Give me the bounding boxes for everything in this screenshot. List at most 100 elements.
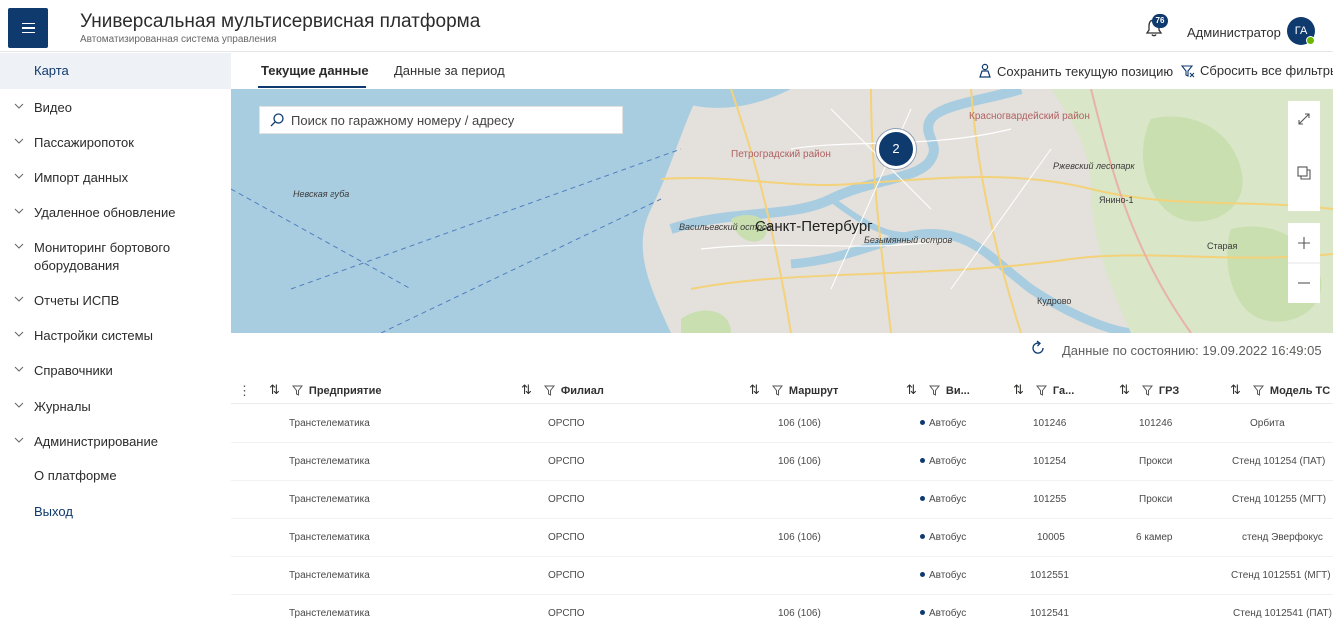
cell-route: 106 (106) (778, 608, 821, 619)
column-header-branch[interactable]: ⇅ Филиал (521, 382, 604, 398)
filter-icon[interactable] (1141, 385, 1153, 396)
sidebar-item-label: Карта (34, 63, 69, 78)
reset-filters-button[interactable]: Сбросить все фильтры (1180, 63, 1333, 78)
zoom-out-button[interactable] (1288, 265, 1320, 301)
sort-icon[interactable]: ⇅ (521, 382, 532, 397)
app-title: Универсальная мультисервисная платформа (80, 11, 481, 32)
filter-icon[interactable] (771, 385, 783, 396)
layers-button[interactable] (1288, 155, 1320, 191)
filter-icon[interactable] (1035, 385, 1047, 396)
tab-bar: Текущие данные Данные за период Сохранит… (231, 53, 1333, 89)
chevron-down-icon (14, 173, 24, 179)
status-dot (920, 534, 925, 539)
sort-icon[interactable]: ⇅ (906, 382, 917, 397)
cell-plate: 6 камер (1136, 532, 1173, 543)
table-row[interactable]: Транстелематика ОРСПО 106 (106) Автобус … (231, 443, 1333, 481)
status-dot (920, 610, 925, 615)
sidebar-item-label: Отчеты ИСПВ (34, 293, 120, 308)
table-row[interactable]: Транстелематика ОРСПО 106 (106) Автобус … (231, 405, 1333, 443)
cell-branch: ОРСПО (548, 494, 585, 505)
tab-current-data[interactable]: Текущие данные (261, 63, 369, 78)
column-header-enterprise[interactable]: ⇅ Предприятие (269, 382, 381, 398)
minus-icon (1298, 282, 1310, 284)
sort-icon[interactable]: ⇅ (1013, 382, 1024, 397)
sidebar-item-label: Настройки системы (34, 328, 153, 343)
save-position-button[interactable]: Сохранить текущую позицию (978, 63, 1173, 79)
status-dot (920, 572, 925, 577)
table-row[interactable]: Транстелематика ОРСПО 106 (106) Автобус … (231, 519, 1333, 557)
zoom-in-button[interactable] (1288, 225, 1320, 261)
column-header-plate[interactable]: ⇅ ГРЗ (1119, 382, 1179, 398)
column-label: Модель ТС (1269, 385, 1331, 397)
cell-model: Стенд 1012551 (МГТ) (1231, 570, 1331, 581)
sidebar-item-map[interactable]: Карта (0, 53, 231, 89)
column-header-model[interactable]: ⇅ Модель ТС (1230, 382, 1330, 398)
map-view[interactable]: Невская губа Петроградский район Красног… (231, 89, 1333, 333)
map-label-bezymyanny: Безымянный остров (864, 235, 953, 245)
cell-type-text: Автобус (929, 456, 967, 467)
cell-type: Автобус (920, 532, 966, 543)
column-label: ГРЗ (1158, 385, 1180, 397)
chevron-down-icon (14, 437, 24, 443)
filter-icon[interactable] (1252, 385, 1264, 396)
cell-garage: 10005 (1037, 532, 1065, 543)
column-header-route[interactable]: ⇅ Маршрут (749, 382, 838, 398)
column-header-garage[interactable]: ⇅ Га... (1013, 382, 1074, 398)
reset-filters-label: Сбросить все фильтры (1200, 63, 1333, 78)
cell-model: Стенд 1012541 (ПАТ) (1233, 608, 1332, 619)
column-label: Маршрут (788, 385, 839, 397)
table-row[interactable]: Транстелематика ОРСПО Автобус 101255 Про… (231, 481, 1333, 519)
cell-enterprise: Транстелематика (289, 494, 370, 505)
active-tab-indicator (258, 86, 366, 88)
cell-type: Автобус (920, 456, 966, 467)
filter-icon[interactable] (291, 385, 303, 396)
cell-garage: 1012541 (1030, 608, 1069, 619)
cell-route: 106 (106) (778, 418, 821, 429)
hamburger-icon (21, 22, 35, 25)
filter-icon[interactable] (543, 385, 555, 396)
user-name[interactable]: Администратор (1187, 25, 1281, 40)
column-header-type[interactable]: ⇅ Ви... (906, 382, 970, 398)
map-label-rzhevsky: Ржевский лесопарк (1053, 161, 1135, 171)
chevron-down-icon (14, 103, 24, 109)
sort-icon[interactable]: ⇅ (1230, 382, 1241, 397)
cell-type-text: Автобус (929, 570, 967, 581)
sort-icon[interactable]: ⇅ (269, 382, 280, 397)
sidebar-item-about[interactable]: О платформе (34, 468, 117, 483)
data-timestamp: Данные по состоянию: 19.09.2022 16:49:05 (1062, 343, 1322, 358)
filter-icon[interactable] (928, 385, 940, 396)
map-label-yanino: Янино-1 (1099, 195, 1134, 205)
status-dot (920, 496, 925, 501)
refresh-icon[interactable] (1030, 340, 1046, 356)
cell-branch: ОРСПО (548, 570, 585, 581)
cell-type: Автобус (920, 608, 966, 619)
search-placeholder: Поиск по гаражному номеру / адресу (291, 113, 515, 128)
vehicle-cluster-marker[interactable]: 2 (876, 129, 916, 169)
location-person-icon (979, 63, 991, 78)
sort-icon[interactable]: ⇅ (749, 382, 760, 397)
menu-toggle-button[interactable] (8, 8, 48, 48)
app-root: Универсальная мультисервисная платформа … (0, 0, 1333, 625)
cell-model: стенд Эверфокус (1242, 532, 1323, 543)
table-row[interactable]: Транстелематика ОРСПО Автобус 1012551 Ст… (231, 557, 1333, 595)
table-row[interactable]: Транстелематика ОРСПО 106 (106) Автобус … (231, 595, 1333, 625)
sort-icon[interactable]: ⇅ (1119, 382, 1130, 397)
filter-clear-icon (1180, 65, 1195, 78)
fullscreen-button[interactable] (1288, 101, 1320, 137)
chevron-down-icon (14, 138, 24, 144)
cell-garage: 101255 (1033, 494, 1067, 505)
map-label-nevskaya: Невская губа (293, 189, 350, 199)
chevron-down-icon (14, 296, 24, 302)
chevron-down-icon (14, 243, 24, 249)
chevron-down-icon (14, 366, 24, 372)
map-label-petrogradsky: Петроградский район (731, 149, 831, 160)
search-input[interactable]: Поиск по гаражному номеру / адресу (259, 106, 623, 134)
cell-enterprise: Транстелематика (289, 456, 370, 467)
cell-model: Стенд 101254 (ПАТ) (1232, 456, 1326, 467)
column-label: Ви... (945, 385, 970, 397)
logout-link[interactable]: Выход (34, 504, 73, 519)
cell-type-text: Автобус (929, 494, 967, 505)
cell-model: Стенд 101255 (МГТ) (1232, 494, 1327, 505)
plus-icon (1298, 237, 1310, 249)
tab-period-data[interactable]: Данные за период (394, 63, 505, 78)
